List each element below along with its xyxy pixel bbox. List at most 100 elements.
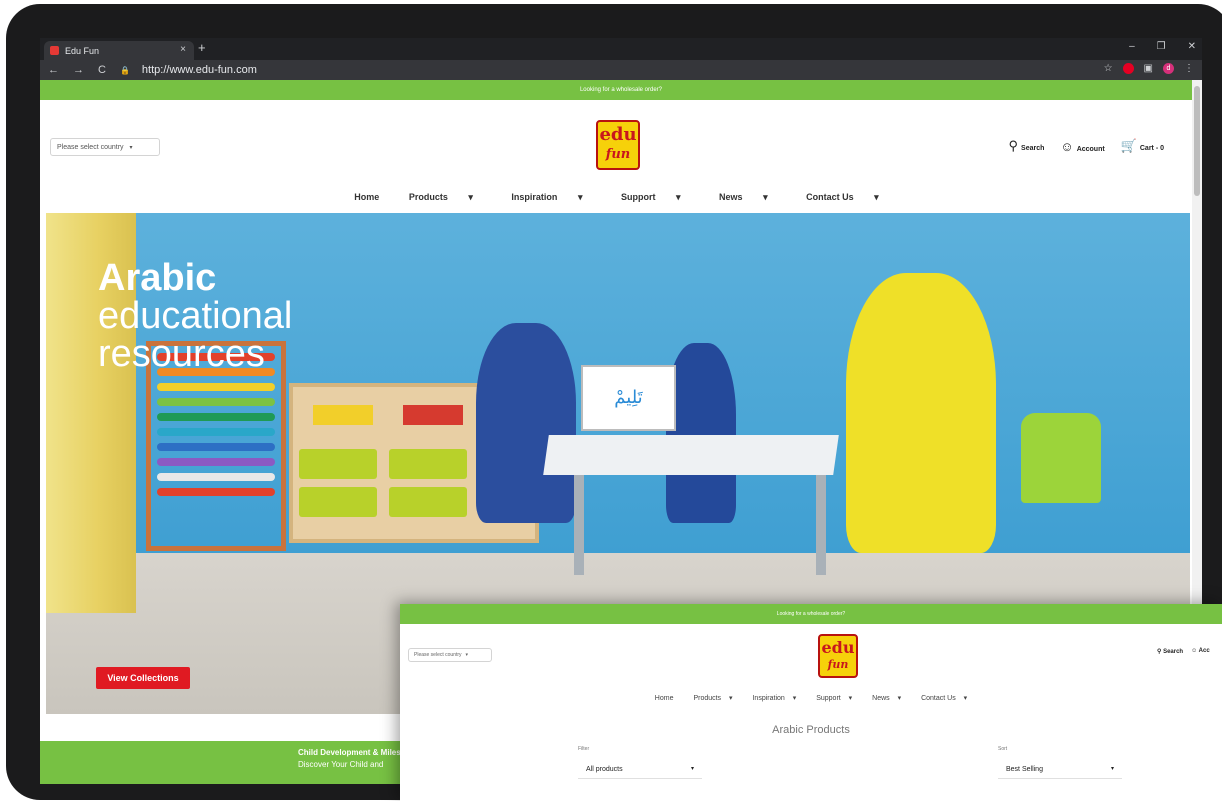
menu-icon[interactable]: ⋮ [1184,63,1194,74]
search-label: Search [1021,145,1045,152]
window-controls: – ❐ ✕ [1129,41,1196,52]
overlay-nav-support[interactable]: Support ▾ [810,695,852,702]
nav-news[interactable]: News ▾ [710,192,777,202]
main-nav: Home Products ▾ Inspiration ▾ Support ▾ … [40,192,1202,203]
url-field[interactable]: http://www.edu-fun.com [142,64,257,76]
site-logo[interactable]: edu fun [596,120,640,170]
chevron-down-icon: ▾ [468,192,473,202]
hero-headline: Arabic educational resources [98,259,292,373]
close-window-icon[interactable]: ✕ [1188,41,1196,52]
profile-avatar[interactable]: d [1163,63,1174,74]
overlay-nav-inspiration-label: Inspiration [752,695,785,702]
nav-home[interactable]: Home [354,192,379,202]
overlay-search-label: Search [1163,649,1184,655]
overlay-logo-bottom: fun [827,658,849,671]
hero-line-3: resources [98,333,265,375]
nav-products-label: Products [408,192,448,202]
sort-label: Sort [998,746,1008,752]
nav-inspiration[interactable]: Inspiration ▾ [502,192,591,202]
logo-text-top: edu [599,124,637,145]
cart-label: Cart - 0 [1139,145,1164,152]
strip-text: Child Development & Milesto Discover You… [298,747,408,771]
teacher-image [846,273,996,553]
lock-icon: 🔒 [119,65,130,75]
chevron-down-icon: ▾ [763,192,768,202]
close-tab-icon[interactable]: × [180,44,186,55]
filter-select[interactable]: All products ▾ [578,761,702,779]
chevron-down-icon: ▾ [874,192,879,202]
maximize-icon[interactable]: ❐ [1157,41,1166,52]
sort-select-value: Best Selling [1006,766,1043,773]
nav-contact[interactable]: Contact Us ▾ [797,192,888,202]
overlay-nav-inspiration[interactable]: Inspiration ▾ [746,695,796,702]
overlay-account-label: Acc [1198,648,1210,654]
overlay-country-select[interactable]: Please select country ▾ [408,648,492,662]
overlay-main-nav: Home Products ▾ Inspiration ▾ Support ▾ … [400,694,1222,702]
view-collections-button[interactable]: View Collections [96,667,190,689]
overlay-nav-products[interactable]: Products ▾ [687,695,732,702]
minimize-icon[interactable]: – [1129,41,1135,52]
new-tab-button[interactable]: + [198,40,206,55]
strip-line-1: Child Development & Milesto [298,748,409,757]
chevron-down-icon: ▾ [690,766,694,772]
scrollbar-thumb[interactable] [1194,86,1200,196]
nav-support-label: Support [620,192,656,202]
reload-icon[interactable]: C [98,64,106,76]
account-button[interactable]: ☺ Account [1060,139,1104,154]
logo-text-bottom: fun [605,147,631,162]
overlay-nav-home[interactable]: Home [655,695,674,702]
overlay-country-label: Please select country [414,652,462,658]
chevron-down-icon: ▾ [129,144,133,151]
green-chair-image [1021,413,1101,503]
overlay-promo-bar[interactable]: Looking for a wholesale order? [400,604,1222,624]
search-icon: ⚲ [1008,138,1019,153]
filter-label: Filter [578,746,590,752]
nav-news-label: News [719,192,743,202]
chevron-down-icon: ▾ [1110,766,1114,772]
browser-tab[interactable]: Edu Fun × [44,41,194,60]
country-select[interactable]: Please select country ▾ [50,138,160,156]
tab-title: Edu Fun [65,45,100,56]
product-page-overlay: Looking for a wholesale order? Please se… [400,604,1222,801]
overlay-account-button[interactable]: ☺ Acc [1191,648,1210,655]
search-button[interactable]: ⚲ Search [1009,138,1045,154]
overlay-site-logo[interactable]: edu fun [818,634,858,678]
hero-line-2: educational [98,295,293,337]
chevron-down-icon: ▾ [577,192,583,202]
back-icon[interactable]: ← [48,64,59,76]
overlay-nav-contact-label: Contact Us [921,695,956,702]
tab-bar: Edu Fun × + – ❐ ✕ [40,38,1202,60]
overlay-search-button[interactable]: ⚲ Search [1157,648,1183,655]
header-actions: ⚲ Search ☺ Account 🛒 Cart - 0 [1009,138,1164,154]
chevron-down-icon: ▾ [465,652,469,658]
overlay-page-title: Arabic Products [772,724,850,736]
strip-line-2: Discover Your Child and [298,760,384,769]
overlay-header-actions: ⚲ Search ☺ Acc [1157,648,1210,655]
nav-support[interactable]: Support ▾ [612,192,690,202]
browser-toolbar-icons: ☆ ▣ d ⋮ [1104,63,1194,74]
overlay-nav-support-label: Support [816,695,841,702]
nav-products[interactable]: Products ▾ [400,192,482,202]
account-label: Account [1076,145,1105,153]
extension-icon[interactable]: ▣ [1144,63,1153,74]
sort-select[interactable]: Best Selling ▾ [998,761,1122,779]
overlay-nav-products-label: Products [693,695,722,702]
star-icon[interactable]: ☆ [1104,63,1113,74]
promo-bar[interactable]: Looking for a wholesale order? [40,80,1202,100]
child-boy-image [666,343,736,523]
forward-icon[interactable]: → [73,64,84,76]
table-image [543,435,839,475]
overlay-logo-top: edu [821,638,855,657]
pinterest-icon[interactable] [1122,63,1134,74]
overlay-nav-news[interactable]: News ▾ [866,695,901,702]
address-bar: ← → C 🔒 http://www.edu-fun.com ☆ ▣ d ⋮ [40,60,1202,80]
child-girl-image [476,323,576,523]
nav-contact-label: Contact Us [806,192,854,202]
arabic-word-card: تَلِيمْ [581,365,676,431]
overlay-nav-contact[interactable]: Contact Us ▾ [915,695,967,702]
cart-button[interactable]: 🛒 Cart - 0 [1121,138,1164,154]
nav-inspiration-label: Inspiration [511,192,558,202]
favicon-icon [50,46,59,55]
hero-line-1: Arabic [98,257,217,299]
user-icon: ☺ [1060,138,1074,154]
